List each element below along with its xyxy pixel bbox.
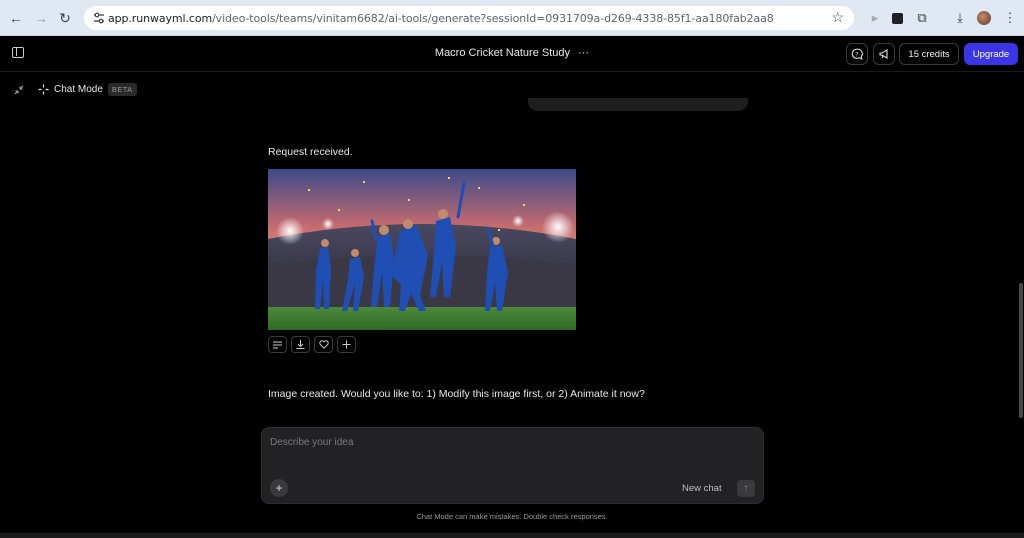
- forward-icon[interactable]: →: [32, 9, 50, 27]
- extension-icon[interactable]: ▸: [866, 9, 884, 27]
- app-header: Macro Cricket Nature Study ··· ? 15 cred…: [0, 36, 1024, 72]
- generated-image[interactable]: [268, 169, 576, 330]
- generated-image-artwork: [268, 169, 576, 330]
- download-image-button[interactable]: [291, 336, 310, 353]
- disclaimer-text: Chat Mode can make mistakes. Double chec…: [416, 512, 608, 521]
- scrollbar[interactable]: [1019, 283, 1023, 418]
- help-bubble-icon: ?: [851, 48, 863, 60]
- chat-mode-label: Chat Mode: [54, 84, 103, 95]
- download-icon[interactable]: ⤓: [951, 9, 969, 27]
- bookmark-star-icon[interactable]: ☆: [831, 9, 844, 26]
- extensions-puzzle-icon[interactable]: ⧉: [913, 9, 931, 27]
- favorite-image-button[interactable]: [314, 336, 333, 353]
- upgrade-button[interactable]: Upgrade: [964, 43, 1018, 65]
- url-host: app.runwayml.com: [108, 11, 213, 25]
- send-arrow-icon[interactable]: ↑: [737, 480, 755, 497]
- previous-message-bubble: [528, 98, 748, 111]
- url-text: app.runwayml.com/video-tools/teams/vinit…: [108, 12, 774, 25]
- url-path: /video-tools/teams/vinitam6682/ai-tools/…: [212, 11, 774, 25]
- browser-toolbar: ← → ↻ app.runwayml.com/video-tools/teams…: [0, 0, 1024, 36]
- announcements-button[interactable]: [873, 43, 895, 65]
- add-image-button[interactable]: [337, 336, 356, 353]
- megaphone-icon: [879, 49, 888, 59]
- chat-composer[interactable]: Describe your idea + New chat ↑: [261, 427, 764, 504]
- new-chat-button[interactable]: New chat: [682, 483, 722, 494]
- collapse-icon[interactable]: [13, 84, 25, 96]
- reload-icon[interactable]: ↻: [56, 9, 74, 27]
- download-icon: [296, 340, 305, 349]
- attach-plus-icon[interactable]: +: [270, 479, 288, 497]
- describe-image-button[interactable]: [268, 336, 287, 353]
- lines-icon: [273, 341, 282, 348]
- prompt-input[interactable]: Describe your idea: [270, 437, 353, 448]
- help-chat-button[interactable]: ?: [846, 43, 868, 65]
- chat-mode-selector[interactable]: Chat Mode BETA: [38, 83, 137, 96]
- taskbar-edge: [0, 533, 1024, 538]
- image-actions: [268, 336, 356, 353]
- address-bar[interactable]: app.runwayml.com/video-tools/teams/vinit…: [84, 6, 854, 30]
- more-options-icon[interactable]: ···: [578, 47, 589, 59]
- beta-badge: BETA: [107, 83, 137, 96]
- heart-icon: [318, 340, 329, 349]
- profile-avatar[interactable]: [975, 9, 993, 27]
- site-settings-icon[interactable]: [92, 11, 106, 25]
- project-title[interactable]: Macro Cricket Nature Study: [435, 47, 570, 59]
- image-created-message: Image created. Would you like to: 1) Mod…: [268, 388, 645, 400]
- back-icon[interactable]: ←: [7, 9, 25, 27]
- page-title: Macro Cricket Nature Study ···: [0, 47, 1024, 59]
- svg-text:?: ?: [855, 50, 858, 58]
- extension-square-icon[interactable]: [888, 9, 906, 27]
- sparkle-icon: [38, 84, 49, 95]
- plus-icon: [342, 340, 351, 349]
- credits-button[interactable]: 15 credits: [899, 43, 959, 65]
- request-received-message: Request received.: [268, 146, 353, 158]
- browser-menu-icon[interactable]: ⋮: [1001, 9, 1019, 27]
